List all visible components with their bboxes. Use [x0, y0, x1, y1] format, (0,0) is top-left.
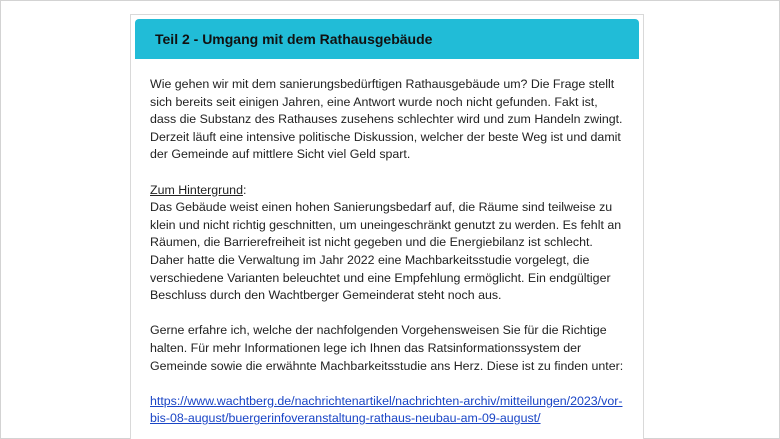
intro-paragraph: Wie gehen wir mit dem sanierungsbedürfti…: [150, 77, 623, 162]
background-text: Das Gebäude weist einen hohen Sanierungs…: [150, 200, 622, 303]
study-link[interactable]: https://www.wachtberg.de/nachrichtenarti…: [150, 394, 622, 426]
request-paragraph: Gerne erfahre ich, welche der nachfolgen…: [150, 323, 624, 373]
background-heading-colon: :: [242, 182, 247, 197]
section-title: Teil 2 - Umgang mit dem Rathausgebäude: [155, 31, 433, 47]
background-paragraph: Zum Hintergrund: Das Gebäude weist einen…: [150, 182, 626, 305]
link-paragraph: https://www.wachtberg.de/nachrichtenarti…: [150, 393, 626, 428]
survey-section-card: Teil 2 - Umgang mit dem Rathausgebäude W…: [130, 14, 644, 439]
background-heading: Zum Hintergrund: [150, 182, 243, 197]
section-header: Teil 2 - Umgang mit dem Rathausgebäude: [135, 19, 639, 59]
section-content: Wie gehen wir mit dem sanierungsbedürfti…: [135, 59, 639, 428]
